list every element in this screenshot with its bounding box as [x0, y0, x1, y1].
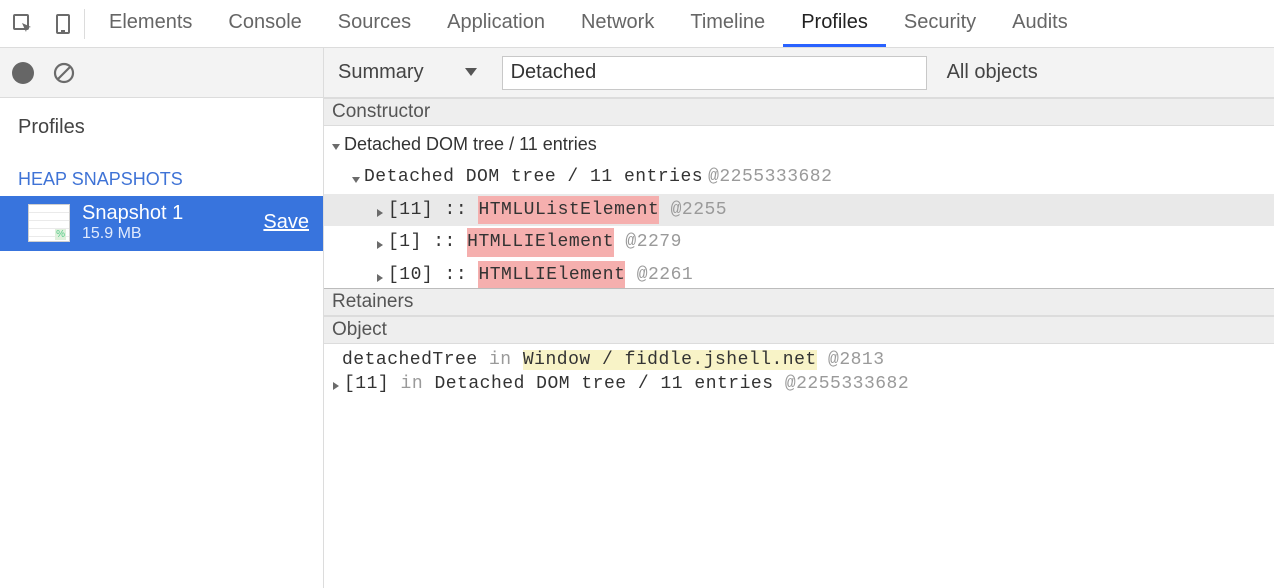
retainers-header[interactable]: Retainers — [324, 288, 1274, 316]
retainer-host: Window / fiddle.jshell.net — [523, 350, 817, 370]
record-icon[interactable] — [12, 62, 34, 84]
sidebar: Profiles HEAP SNAPSHOTS Snapshot 1 15.9 … — [0, 48, 324, 588]
tab-security[interactable]: Security — [886, 0, 994, 47]
row-id: @2255 — [671, 196, 728, 225]
in-keyword: in — [489, 350, 512, 370]
row-sep: :: — [433, 228, 456, 257]
filter-input[interactable] — [502, 56, 927, 90]
table-row[interactable]: [10] :: HTMLLIElement @2261 — [324, 259, 1274, 288]
tree-root-row[interactable]: Detached DOM tree / 11 entries @22553336… — [324, 161, 1274, 194]
row-type: HTMLLIElement — [467, 228, 614, 257]
chevron-down-icon — [464, 61, 478, 84]
row-type: HTMLLIElement — [478, 261, 625, 288]
retainer-count: [11] — [344, 374, 389, 394]
retainer-name: detachedTree — [342, 350, 478, 370]
tab-label: Elements — [109, 11, 192, 34]
table-row[interactable]: [11] :: HTMLUListElement @2255 — [324, 194, 1274, 227]
retainer-id: @2255333682 — [785, 374, 909, 394]
retainer-id: @2813 — [828, 350, 885, 370]
snapshot-size: 15.9 MB — [82, 225, 255, 243]
snapshot-texts: Snapshot 1 15.9 MB — [82, 202, 255, 243]
view-dropdown[interactable]: Summary — [338, 61, 488, 84]
row-sep: :: — [445, 261, 468, 288]
disclosure-closed-icon[interactable] — [372, 228, 388, 257]
tab-profiles[interactable]: Profiles — [783, 0, 886, 47]
tab-label: Profiles — [801, 11, 868, 34]
tab-label: Application — [447, 11, 545, 34]
row-count: [11] — [388, 196, 433, 225]
snapshot-thumb-icon — [28, 204, 70, 242]
tab-elements[interactable]: Elements — [91, 0, 210, 47]
content: Summary All objects Constructor Detached… — [324, 48, 1274, 588]
tab-network[interactable]: Network — [563, 0, 672, 47]
group-label: Detached DOM tree / 11 entries — [344, 130, 597, 159]
in-keyword: in — [401, 374, 424, 394]
constructor-tree: Detached DOM tree / 11 entries Detached … — [324, 126, 1274, 288]
tab-label: Sources — [338, 11, 411, 34]
row-type: HTMLUListElement — [478, 196, 659, 225]
constructor-grid: Constructor Detached DOM tree / 11 entri… — [324, 98, 1274, 288]
tab-sources[interactable]: Sources — [320, 0, 429, 47]
sidebar-title: Profiles — [0, 98, 323, 151]
heap-snapshots-heading: HEAP SNAPSHOTS — [0, 151, 323, 196]
disclosure-closed-icon[interactable] — [328, 376, 344, 393]
table-row[interactable]: [1] :: HTMLLIElement @2279 — [324, 226, 1274, 259]
tab-audits[interactable]: Audits — [994, 0, 1086, 47]
root-label: Detached DOM tree / 11 entries — [364, 163, 703, 192]
disclosure-open-icon[interactable] — [348, 163, 364, 192]
view-label: Summary — [338, 61, 424, 84]
tab-console[interactable]: Console — [210, 0, 319, 47]
root-id: @2255333682 — [708, 163, 832, 192]
tab-label: Console — [228, 11, 301, 34]
row-count: [1] — [388, 228, 422, 257]
tabs: Elements Console Sources Application Net… — [85, 0, 1086, 47]
retainer-label: Detached DOM tree / 11 entries — [434, 374, 773, 394]
inspect-icon[interactable] — [10, 11, 36, 37]
tab-label: Network — [581, 11, 654, 34]
tree-group-row[interactable]: Detached DOM tree / 11 entries — [324, 128, 1274, 161]
toolbar-left-icons — [4, 9, 85, 39]
devtools-tabbar: Elements Console Sources Application Net… — [0, 0, 1274, 48]
tab-application[interactable]: Application — [429, 0, 563, 47]
tab-label: Security — [904, 11, 976, 34]
row-sep: :: — [445, 196, 468, 225]
tab-label: Timeline — [690, 11, 765, 34]
constructor-header[interactable]: Constructor — [324, 98, 1274, 126]
main: Profiles HEAP SNAPSHOTS Snapshot 1 15.9 … — [0, 48, 1274, 588]
retainers-body: detachedTree in Window / fiddle.jshell.n… — [324, 344, 1274, 396]
snapshot-name: Snapshot 1 — [82, 202, 255, 225]
disclosure-closed-icon[interactable] — [372, 196, 388, 225]
scope-dropdown[interactable]: All objects — [947, 61, 1038, 84]
tab-label: Audits — [1012, 11, 1068, 34]
row-count: [10] — [388, 261, 433, 288]
content-toolbar: Summary All objects — [324, 48, 1274, 98]
snapshot-save-link[interactable]: Save — [263, 211, 309, 234]
object-header[interactable]: Object — [324, 316, 1274, 344]
disclosure-closed-icon[interactable] — [372, 261, 388, 288]
sidebar-toolbar — [0, 48, 323, 98]
retainer-row[interactable]: [11] in Detached DOM tree / 11 entries @… — [324, 372, 1274, 396]
retainer-row[interactable]: detachedTree in Window / fiddle.jshell.n… — [324, 348, 1274, 372]
snapshot-item[interactable]: Snapshot 1 15.9 MB Save — [0, 196, 323, 251]
device-toggle-icon[interactable] — [50, 11, 76, 37]
clear-icon[interactable] — [52, 61, 76, 85]
tab-timeline[interactable]: Timeline — [672, 0, 783, 47]
row-id: @2279 — [625, 228, 682, 257]
row-id: @2261 — [637, 261, 694, 288]
disclosure-open-icon[interactable] — [328, 130, 344, 159]
